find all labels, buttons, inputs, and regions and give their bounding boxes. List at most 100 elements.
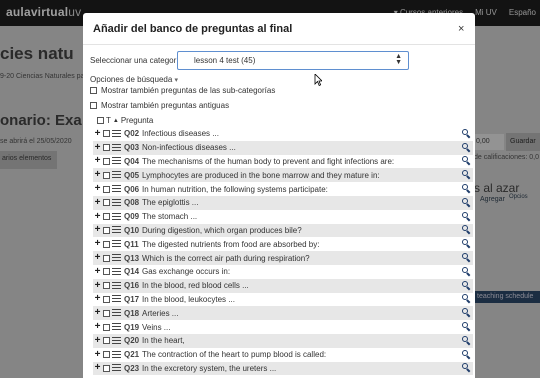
preview-zoom-icon[interactable] (461, 128, 473, 139)
subcategories-checkbox[interactable] (90, 87, 97, 94)
add-question-icon[interactable]: + (93, 239, 102, 249)
preview-zoom-icon[interactable] (461, 294, 473, 304)
preview-zoom-icon[interactable] (461, 253, 473, 263)
category-select[interactable]: lesson 4 test (45) ▲ ▼ (177, 51, 409, 70)
preview-zoom-icon[interactable] (461, 225, 473, 235)
category-select-value: lesson 4 test (45) (194, 56, 256, 65)
question-row: + Q09 The stomach ... (93, 210, 473, 224)
add-question-icon[interactable]: + (93, 128, 102, 139)
search-options-toggle[interactable]: Opciones de búsqueda ▾ (90, 75, 178, 84)
question-checkbox[interactable] (103, 185, 110, 193)
question-checkbox[interactable] (103, 364, 110, 372)
question-checkbox[interactable] (103, 157, 110, 165)
question-checkbox[interactable] (103, 295, 110, 303)
question-text: Gas exchange occurs in: (142, 267, 231, 277)
old-questions-option[interactable]: Mostrar también preguntas antiguas (90, 101, 229, 110)
question-checkbox[interactable] (103, 213, 110, 221)
question-checkbox[interactable] (103, 309, 110, 317)
question-number: Q13 (124, 253, 140, 263)
multichoice-type-icon (112, 254, 121, 262)
add-question-icon[interactable]: + (93, 142, 102, 153)
multichoice-type-icon (112, 309, 121, 317)
select-all-checkbox[interactable] (97, 117, 104, 124)
type-column-header[interactable]: T (106, 116, 111, 125)
add-question-icon[interactable]: + (93, 156, 102, 166)
question-number: Q17 (124, 294, 140, 304)
add-question-icon[interactable]: + (93, 184, 102, 194)
preview-zoom-icon[interactable] (461, 197, 473, 208)
question-checkbox[interactable] (103, 323, 110, 331)
add-question-icon[interactable]: + (93, 322, 102, 332)
question-row: + Q03 Non-infectious diseases ... (93, 140, 473, 155)
question-row: + Q08 The epiglottis ... (93, 195, 473, 210)
subcategories-option[interactable]: Mostrar también preguntas de las sub-cat… (90, 86, 275, 95)
question-number: Q19 (124, 322, 140, 332)
question-text: Lymphocytes are produced in the bone mar… (142, 170, 380, 180)
question-number: Q06 (124, 184, 140, 194)
question-checkbox[interactable] (103, 144, 110, 152)
close-icon[interactable]: × (458, 23, 464, 35)
preview-zoom-icon[interactable] (461, 266, 473, 277)
multichoice-type-icon (112, 364, 121, 372)
question-checkbox[interactable] (103, 282, 110, 290)
question-checkbox[interactable] (103, 351, 110, 359)
add-question-icon[interactable]: + (93, 266, 102, 277)
question-checkbox[interactable] (103, 199, 110, 207)
question-row: + Q17 In the blood, leukocytes ... (93, 293, 473, 307)
add-question-icon[interactable]: + (93, 253, 102, 263)
add-question-icon[interactable]: + (93, 363, 102, 373)
question-row: + Q04 The mechanisms of the human body to … (93, 155, 473, 169)
question-row: + Q23 In the excretory system, the ureters… (93, 361, 473, 376)
question-checkbox[interactable] (103, 130, 110, 138)
multichoice-type-icon (112, 212, 121, 221)
preview-zoom-icon[interactable] (461, 239, 473, 249)
preview-zoom-icon[interactable] (461, 363, 473, 373)
multichoice-type-icon (112, 185, 121, 193)
add-question-icon[interactable]: + (93, 335, 102, 346)
preview-zoom-icon[interactable] (461, 211, 473, 222)
caret-down-icon: ▾ (174, 77, 179, 84)
add-question-icon[interactable]: + (93, 308, 102, 318)
add-question-icon[interactable]: + (93, 211, 102, 222)
old-questions-checkbox[interactable] (90, 102, 97, 109)
mouse-cursor-icon (314, 74, 322, 86)
preview-zoom-icon[interactable] (461, 170, 473, 180)
question-checkbox[interactable] (103, 240, 110, 248)
multichoice-type-icon (112, 323, 121, 331)
question-column-header[interactable]: Pregunta (121, 116, 153, 125)
question-checkbox[interactable] (103, 337, 110, 345)
add-question-icon[interactable]: + (93, 349, 102, 360)
preview-zoom-icon[interactable] (461, 335, 473, 346)
question-checkbox[interactable] (103, 226, 110, 234)
question-checkbox[interactable] (103, 254, 110, 262)
add-question-icon[interactable]: + (93, 280, 102, 291)
add-question-icon[interactable]: + (93, 170, 102, 180)
multichoice-type-icon (112, 157, 121, 165)
question-checkbox[interactable] (103, 171, 110, 179)
multichoice-type-icon (112, 226, 121, 234)
add-question-icon[interactable]: + (93, 294, 102, 304)
multichoice-type-icon (112, 171, 121, 179)
question-number: Q16 (124, 281, 140, 291)
preview-zoom-icon[interactable] (461, 349, 473, 360)
preview-zoom-icon[interactable] (461, 280, 473, 291)
question-text: Non-infectious diseases ... (142, 143, 236, 153)
preview-zoom-icon[interactable] (461, 156, 473, 166)
table-header: T ▲ Pregunta (97, 116, 153, 125)
add-question-icon[interactable]: + (93, 197, 102, 208)
question-number: Q08 (124, 198, 140, 208)
question-checkbox[interactable] (103, 268, 110, 276)
question-row: + Q21 The contraction of the heart to pump… (93, 348, 473, 362)
question-number: Q18 (124, 308, 140, 318)
add-question-icon[interactable]: + (93, 225, 102, 235)
preview-zoom-icon[interactable] (461, 322, 473, 332)
question-row: + Q02 Infectious diseases ... (93, 127, 473, 141)
sort-up-icon[interactable]: ▲ (113, 118, 119, 124)
question-row: + Q10 During digestion, which organ produc… (93, 223, 473, 238)
question-number: Q21 (124, 350, 140, 360)
preview-zoom-icon[interactable] (461, 184, 473, 194)
preview-zoom-icon[interactable] (461, 142, 473, 153)
question-row: + Q11 The digested nutrients from food are… (93, 237, 473, 251)
preview-zoom-icon[interactable] (461, 308, 473, 318)
question-row: + Q19 Veins ... (93, 320, 473, 334)
